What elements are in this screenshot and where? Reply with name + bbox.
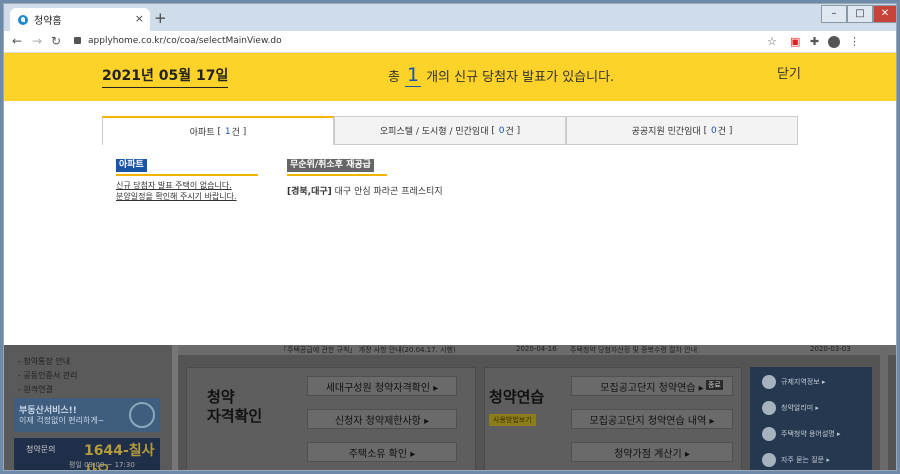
lottery-region: [경북,대구] xyxy=(287,187,332,197)
apartment-section-title: 아파트 xyxy=(116,159,147,172)
bookmark-star-icon[interactable]: ☆ xyxy=(767,35,777,48)
news-date: 2020-04-16 xyxy=(516,345,557,353)
announcement-date: 2021년 05월 17일 xyxy=(102,65,229,88)
browser-toolbar: ← → ↻ applyhome.co.kr/co/coa/selectMainV… xyxy=(4,31,896,53)
lock-icon[interactable] xyxy=(74,37,81,44)
promo-banner: 부동산서비스!! 이제 걱정없이 편리하게~ xyxy=(14,398,160,432)
lottery-section-title: 무순위/취소후 재공급 xyxy=(287,159,374,172)
minimize-button[interactable]: – xyxy=(821,5,847,23)
tab-officetel[interactable]: 오피스텔 / 도시형 / 민간임대 [ 0건 ] xyxy=(334,116,566,145)
eligibility-button: 신청자 청약제한사항 ▸ xyxy=(307,409,457,429)
quick-links-panel: 규제지역정보 ▸ 청약알리미 ▸ 주택청약 용어설명 ▸ 자주 묻는 질문 ▸ xyxy=(750,367,872,470)
sidebar-scrollbar xyxy=(172,345,178,470)
window-close-button[interactable]: ✕ xyxy=(873,5,896,23)
notice-line: 분양일정을 확인해 주시기 바랍니다. xyxy=(116,192,237,201)
promo-logo-icon xyxy=(129,402,155,428)
tab-count: 1 xyxy=(224,126,231,137)
eligibility-card: 청약 자격확인 세대구성원 청약자격확인 ▸ 신청자 청약제한사항 ▸ 주택소유… xyxy=(186,367,476,470)
lottery-complex-name: 대구 안심 파라곤 프레스티지 xyxy=(334,187,443,197)
ended-tag: 종료 xyxy=(706,380,723,390)
sidebar-item: - 공동인증서 관리 xyxy=(18,371,78,380)
tab-public-rental[interactable]: 공공지원 민간임대 [ 0건 ] xyxy=(566,116,798,145)
back-arrow-icon[interactable]: ← xyxy=(12,34,22,48)
sidebar-item: - 원격연결 xyxy=(18,385,53,394)
news-date: 2020-03-03 xyxy=(810,345,851,353)
close-popup-button[interactable]: 닫기 xyxy=(777,63,801,82)
usage-guide-badge: 사용방법보기 xyxy=(489,414,536,426)
pdf-extension-icon[interactable]: ▣ xyxy=(790,35,800,48)
practice-card-title: 청약연습 xyxy=(489,388,545,406)
lottery-section-underline xyxy=(287,174,387,176)
browser-tab[interactable]: 청약홈 × xyxy=(10,8,150,31)
quick-link-label: 규제지역정보 ▸ xyxy=(781,378,826,386)
tab-count-suffix: 건 xyxy=(717,127,726,137)
tab-label: 공공지원 민간임대 xyxy=(631,127,701,137)
tab-strip: 청약홈 × + – □ ✕ xyxy=(4,4,896,31)
eligibility-button: 주택소유 확인 ▸ xyxy=(307,442,457,462)
tab-count: 0 xyxy=(710,125,717,136)
quick-link-icon xyxy=(762,427,776,441)
reload-icon[interactable]: ↻ xyxy=(51,34,61,48)
forward-arrow-icon[interactable]: → xyxy=(32,34,42,48)
tab-count: 0 xyxy=(498,125,505,136)
browser-window: 청약홈 × + – □ ✕ ← → ↻ applyhome.co.kr/co/c… xyxy=(3,3,897,471)
tab-label: 오피스텔 / 도시형 / 민간임대 xyxy=(379,127,489,137)
practice-button: 모집공고단지 청약연습 내역 ▸ xyxy=(571,409,733,429)
tabs-divider xyxy=(334,144,798,145)
background-sidebar: - 청약통장 안내 - 공동인증서 관리 - 원격연결 부동산서비스!! 이제 … xyxy=(4,345,176,470)
quick-link-label: 청약알리미 ▸ xyxy=(781,404,819,412)
tab-apartment[interactable]: 아파트 [ 1건 ] xyxy=(102,116,334,145)
popup-content: 아파트 [ 1건 ] 오피스텔 / 도시형 / 민간임대 [ 0건 ] 공공지원… xyxy=(4,101,896,345)
page-scrollbar xyxy=(880,345,888,470)
extensions-puzzle-icon[interactable]: ✚ xyxy=(810,35,819,48)
maximize-button[interactable]: □ xyxy=(847,5,873,23)
lottery-list-item[interactable]: [경북,대구] 대구 안심 파라곤 프레스티지 xyxy=(287,184,443,197)
announcement-banner: 2021년 05월 17일 총 1 개의 신규 당첨자 발표가 있습니다. 닫기 xyxy=(4,53,896,101)
tab-count-suffix: 건 xyxy=(231,128,240,138)
call-label: 청약문의 xyxy=(26,445,56,454)
announcement-count: 1 xyxy=(404,64,422,87)
browser-menu-icon[interactable]: ⋮ xyxy=(849,35,860,48)
notice-line: 신규 당첨자 발표 주택이 없습니다. xyxy=(116,181,232,190)
practice-card: 청약연습 사용방법보기 모집공고단지 청약연습 ▸ 모집공고단지 청약연습 내역… xyxy=(484,367,742,470)
announcement-message: 총 1 개의 신규 당첨자 발표가 있습니다. xyxy=(388,64,614,87)
news-item: 「주택공급에 관한 규칙」 개정 사항 안내(20.04.17. 시행) xyxy=(280,346,456,354)
background-page-overlay: 「주택공급에 관한 규칙」 개정 사항 안내(20.04.17. 시행) 202… xyxy=(4,345,896,470)
quick-link: 규제지역정보 ▸ xyxy=(762,375,825,389)
quick-link-icon xyxy=(762,453,776,467)
address-bar[interactable]: applyhome.co.kr/co/coa/selectMainView.do xyxy=(88,36,282,46)
apartment-section-underline xyxy=(116,174,258,176)
quick-link: 청약알리미 ▸ xyxy=(762,401,819,415)
practice-button: 청약가점 계산기 ▸ xyxy=(571,442,733,462)
call-center-box: 청약문의 1644-칠사사오 평일 09:00 ~ 17:30 xyxy=(14,438,160,470)
category-tabs: 아파트 [ 1건 ] 오피스텔 / 도시형 / 민간임대 [ 0건 ] 공공지원… xyxy=(102,116,798,145)
tab-title: 청약홈 xyxy=(34,16,62,27)
message-prefix: 총 xyxy=(388,70,400,85)
quick-link-icon xyxy=(762,401,776,415)
site-favicon-icon xyxy=(18,14,28,25)
promo-subtitle: 이제 걱정없이 편리하게~ xyxy=(19,416,105,425)
tab-count-suffix: 건 xyxy=(505,127,514,137)
profile-avatar-icon[interactable] xyxy=(828,36,840,48)
sidebar-item: - 청약통장 안내 xyxy=(18,357,71,366)
message-suffix: 개의 신규 당첨자 발표가 있습니다. xyxy=(426,70,615,85)
apartment-notice-link[interactable]: 신규 당첨자 발표 주택이 없습니다. 분양일정을 확인해 주시기 바랍니다. xyxy=(116,180,237,202)
quick-link-label: 자주 묻는 질문 ▸ xyxy=(781,456,830,464)
tab-label: 아파트 xyxy=(189,128,215,138)
eligibility-card-title: 청약 자격확인 xyxy=(207,388,263,425)
eligibility-button: 세대구성원 청약자격확인 ▸ xyxy=(307,376,457,396)
quick-link-icon xyxy=(762,375,776,389)
quick-link: 자주 묻는 질문 ▸ xyxy=(762,453,830,467)
tab-close-icon[interactable]: × xyxy=(135,12,144,25)
quick-link-label: 주택청약 용어설명 ▸ xyxy=(781,430,841,438)
quick-link: 주택청약 용어설명 ▸ xyxy=(762,427,840,441)
news-item: 주택청약 당첨자산정 및 중복수령 절차 안내 xyxy=(570,346,698,354)
new-tab-button[interactable]: + xyxy=(154,9,167,27)
call-hours: 평일 09:00 ~ 17:30 xyxy=(69,461,135,469)
